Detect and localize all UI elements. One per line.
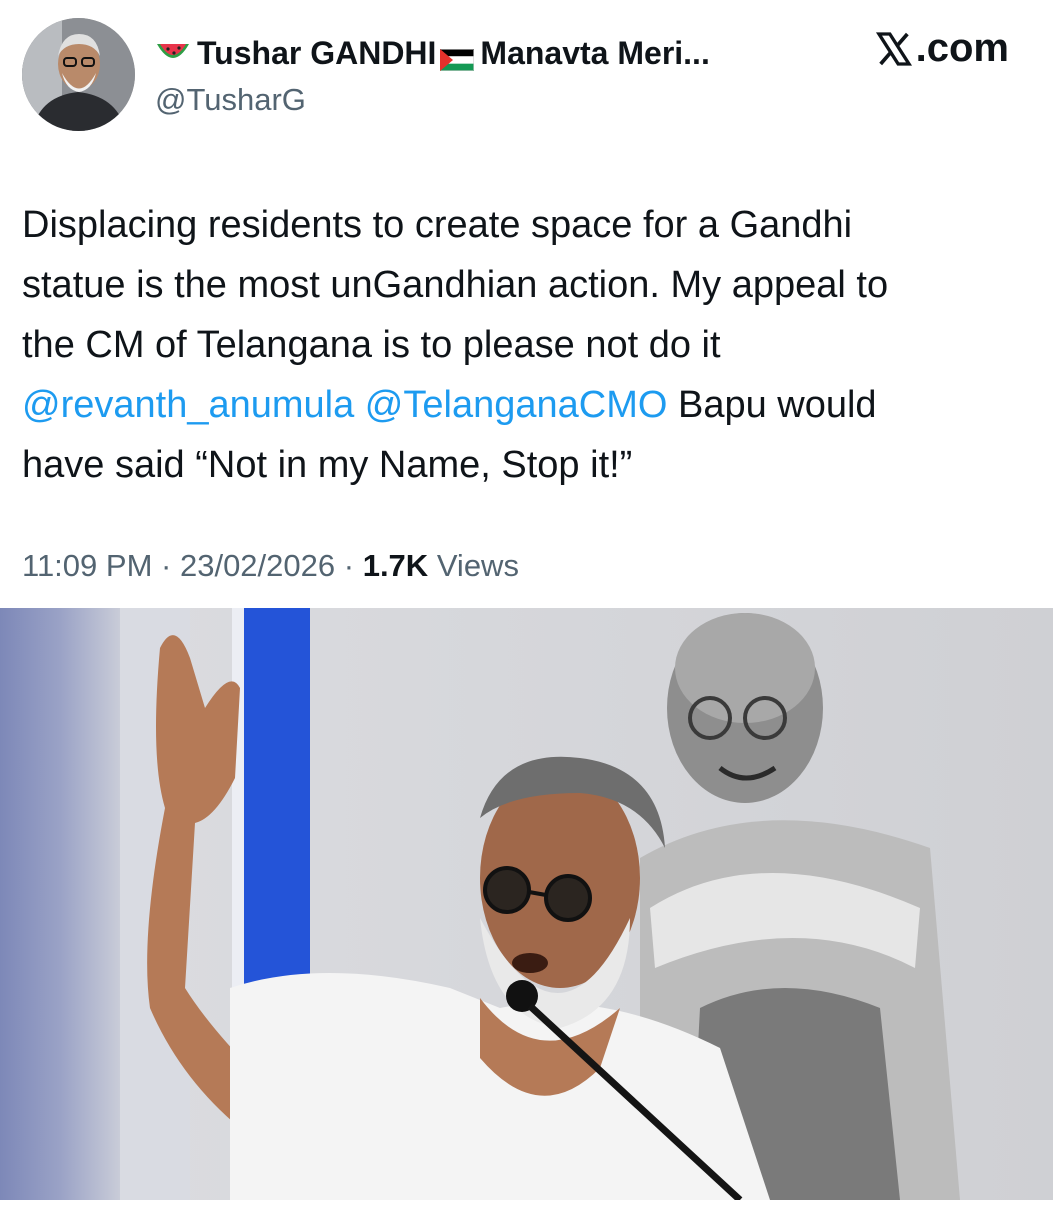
x-brand: .com — [874, 26, 1009, 71]
meta-separator: · — [343, 548, 355, 583]
meta-separator: · — [161, 548, 172, 583]
tweet-line-1: Displacing residents to create space for… — [22, 204, 853, 246]
author-name-part1: Tushar GANDHI — [197, 34, 437, 71]
avatar-photo — [22, 18, 135, 131]
tweet-photo[interactable] — [0, 608, 1053, 1203]
tweet-photo-image — [0, 608, 1053, 1203]
mention-revanth-anumula[interactable]: @revanth_anumula — [22, 384, 354, 426]
views-count: 1.7K — [362, 548, 429, 583]
tweet-line-2: statue is the most unGandhian action. My… — [22, 264, 889, 306]
palestine-flag-icon — [440, 42, 475, 71]
tweet-line-4: @revanth_anumula @TelanganaCMO Bapu woul… — [22, 375, 1032, 435]
tweet-date[interactable]: 23/02/2026 — [180, 548, 335, 583]
avatar[interactable] — [22, 18, 135, 131]
tweet-header: Tushar GANDHI Manavta Meri... @TusharG .… — [0, 0, 1053, 150]
x-brand-label: .com — [915, 26, 1009, 70]
x-logo-icon — [875, 31, 912, 66]
tweet-meta: 11:09 PM · 23/02/2026 · 1.7K Views — [22, 548, 519, 584]
tweet-text: Displacing residents to create space for… — [22, 195, 1032, 495]
tweet-line-3: the CM of Telangana is to please not do … — [22, 324, 721, 366]
tweet-line-5: have said “Not in my Name, Stop it!” — [22, 444, 633, 486]
author-handle[interactable]: @TusharG — [155, 82, 306, 118]
views-label: Views — [436, 548, 519, 583]
mention-telangana-cmo[interactable]: @TelanganaCMO — [365, 384, 668, 426]
tweet-line-4-tail: Bapu would — [677, 384, 877, 426]
author-name-part2: Manavta Meri... — [480, 34, 710, 71]
author-name[interactable]: Tushar GANDHI Manavta Meri... — [155, 30, 710, 76]
watermelon-icon — [155, 38, 191, 68]
tweet-time[interactable]: 11:09 PM — [22, 548, 152, 583]
